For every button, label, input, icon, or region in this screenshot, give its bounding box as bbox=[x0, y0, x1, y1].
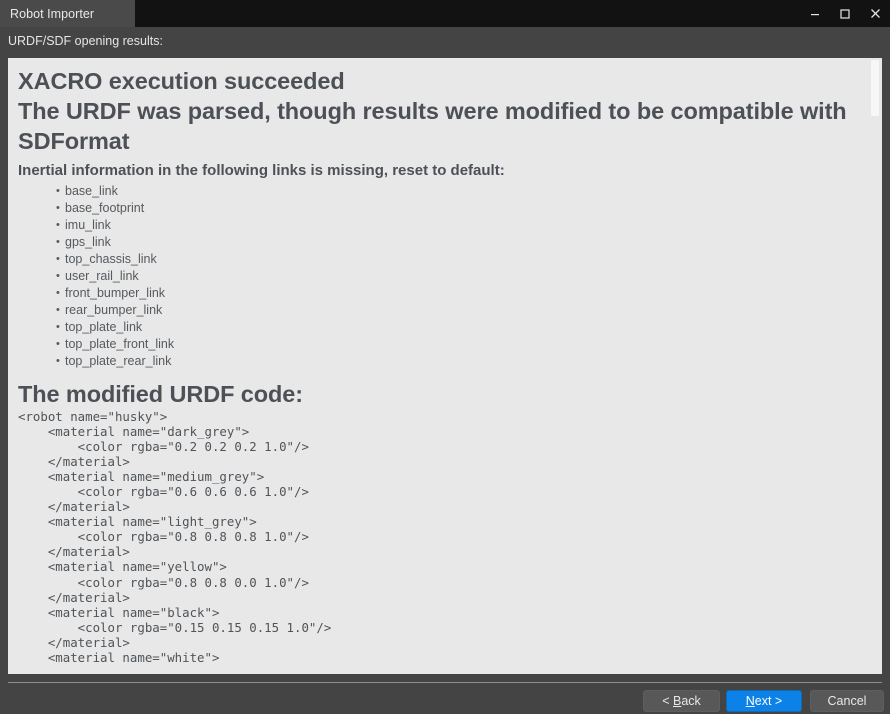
cancel-button-label: Cancel bbox=[827, 694, 867, 708]
results-panel[interactable]: XACRO execution succeeded The URDF was p… bbox=[8, 58, 882, 674]
next-button-label: Next > bbox=[745, 694, 783, 708]
list-item: imu_link bbox=[56, 217, 872, 234]
next-button[interactable]: Next > bbox=[726, 690, 802, 712]
subtitle-bar: URDF/SDF opening results: bbox=[0, 27, 890, 58]
maximize-button[interactable] bbox=[830, 0, 860, 27]
list-item: top_plate_front_link bbox=[56, 336, 872, 353]
footer-bar: < Back Next > Cancel bbox=[0, 683, 890, 714]
robot-importer-window: Robot Importer URDF/SDF opening results:… bbox=[0, 0, 890, 714]
urdf-parse-heading: The URDF was parsed, though results were… bbox=[18, 98, 847, 154]
close-button[interactable] bbox=[860, 0, 890, 27]
modified-urdf-code[interactable]: <robot name="husky"> <material name="dar… bbox=[18, 409, 872, 665]
vertical-scrollbar-thumb[interactable] bbox=[871, 60, 879, 116]
maximize-icon bbox=[839, 8, 851, 20]
title-bar: Robot Importer bbox=[0, 0, 890, 27]
xacro-status-heading: XACRO execution succeeded bbox=[18, 68, 345, 94]
back-button-label: < Back bbox=[662, 694, 701, 708]
minimize-icon bbox=[809, 8, 821, 20]
list-item: top_plate_rear_link bbox=[56, 353, 872, 370]
list-item: base_footprint bbox=[56, 200, 872, 217]
list-item: gps_link bbox=[56, 234, 872, 251]
tab-robot-importer-label: Robot Importer bbox=[10, 6, 95, 21]
vertical-scrollbar[interactable] bbox=[868, 58, 882, 674]
list-item: top_plate_link bbox=[56, 319, 872, 336]
list-item: front_bumper_link bbox=[56, 285, 872, 302]
close-icon bbox=[869, 7, 882, 20]
cancel-button[interactable]: Cancel bbox=[810, 690, 884, 712]
list-item: base_link bbox=[56, 183, 872, 200]
tab-robot-importer[interactable]: Robot Importer bbox=[0, 0, 135, 27]
list-item: rear_bumper_link bbox=[56, 302, 872, 319]
results-subtitle: URDF/SDF opening results: bbox=[8, 34, 163, 48]
modified-urdf-heading: The modified URDF code: bbox=[18, 381, 303, 407]
list-item: top_chassis_link bbox=[56, 251, 872, 268]
list-item: user_rail_link bbox=[56, 268, 872, 285]
missing-inertia-link-list: base_linkbase_footprintimu_linkgps_linkt… bbox=[18, 183, 872, 370]
results-content: XACRO execution succeeded The URDF was p… bbox=[8, 58, 882, 665]
minimize-button[interactable] bbox=[800, 0, 830, 27]
back-button[interactable]: < Back bbox=[643, 690, 720, 712]
missing-inertia-subheading: Inertial information in the following li… bbox=[18, 162, 505, 179]
